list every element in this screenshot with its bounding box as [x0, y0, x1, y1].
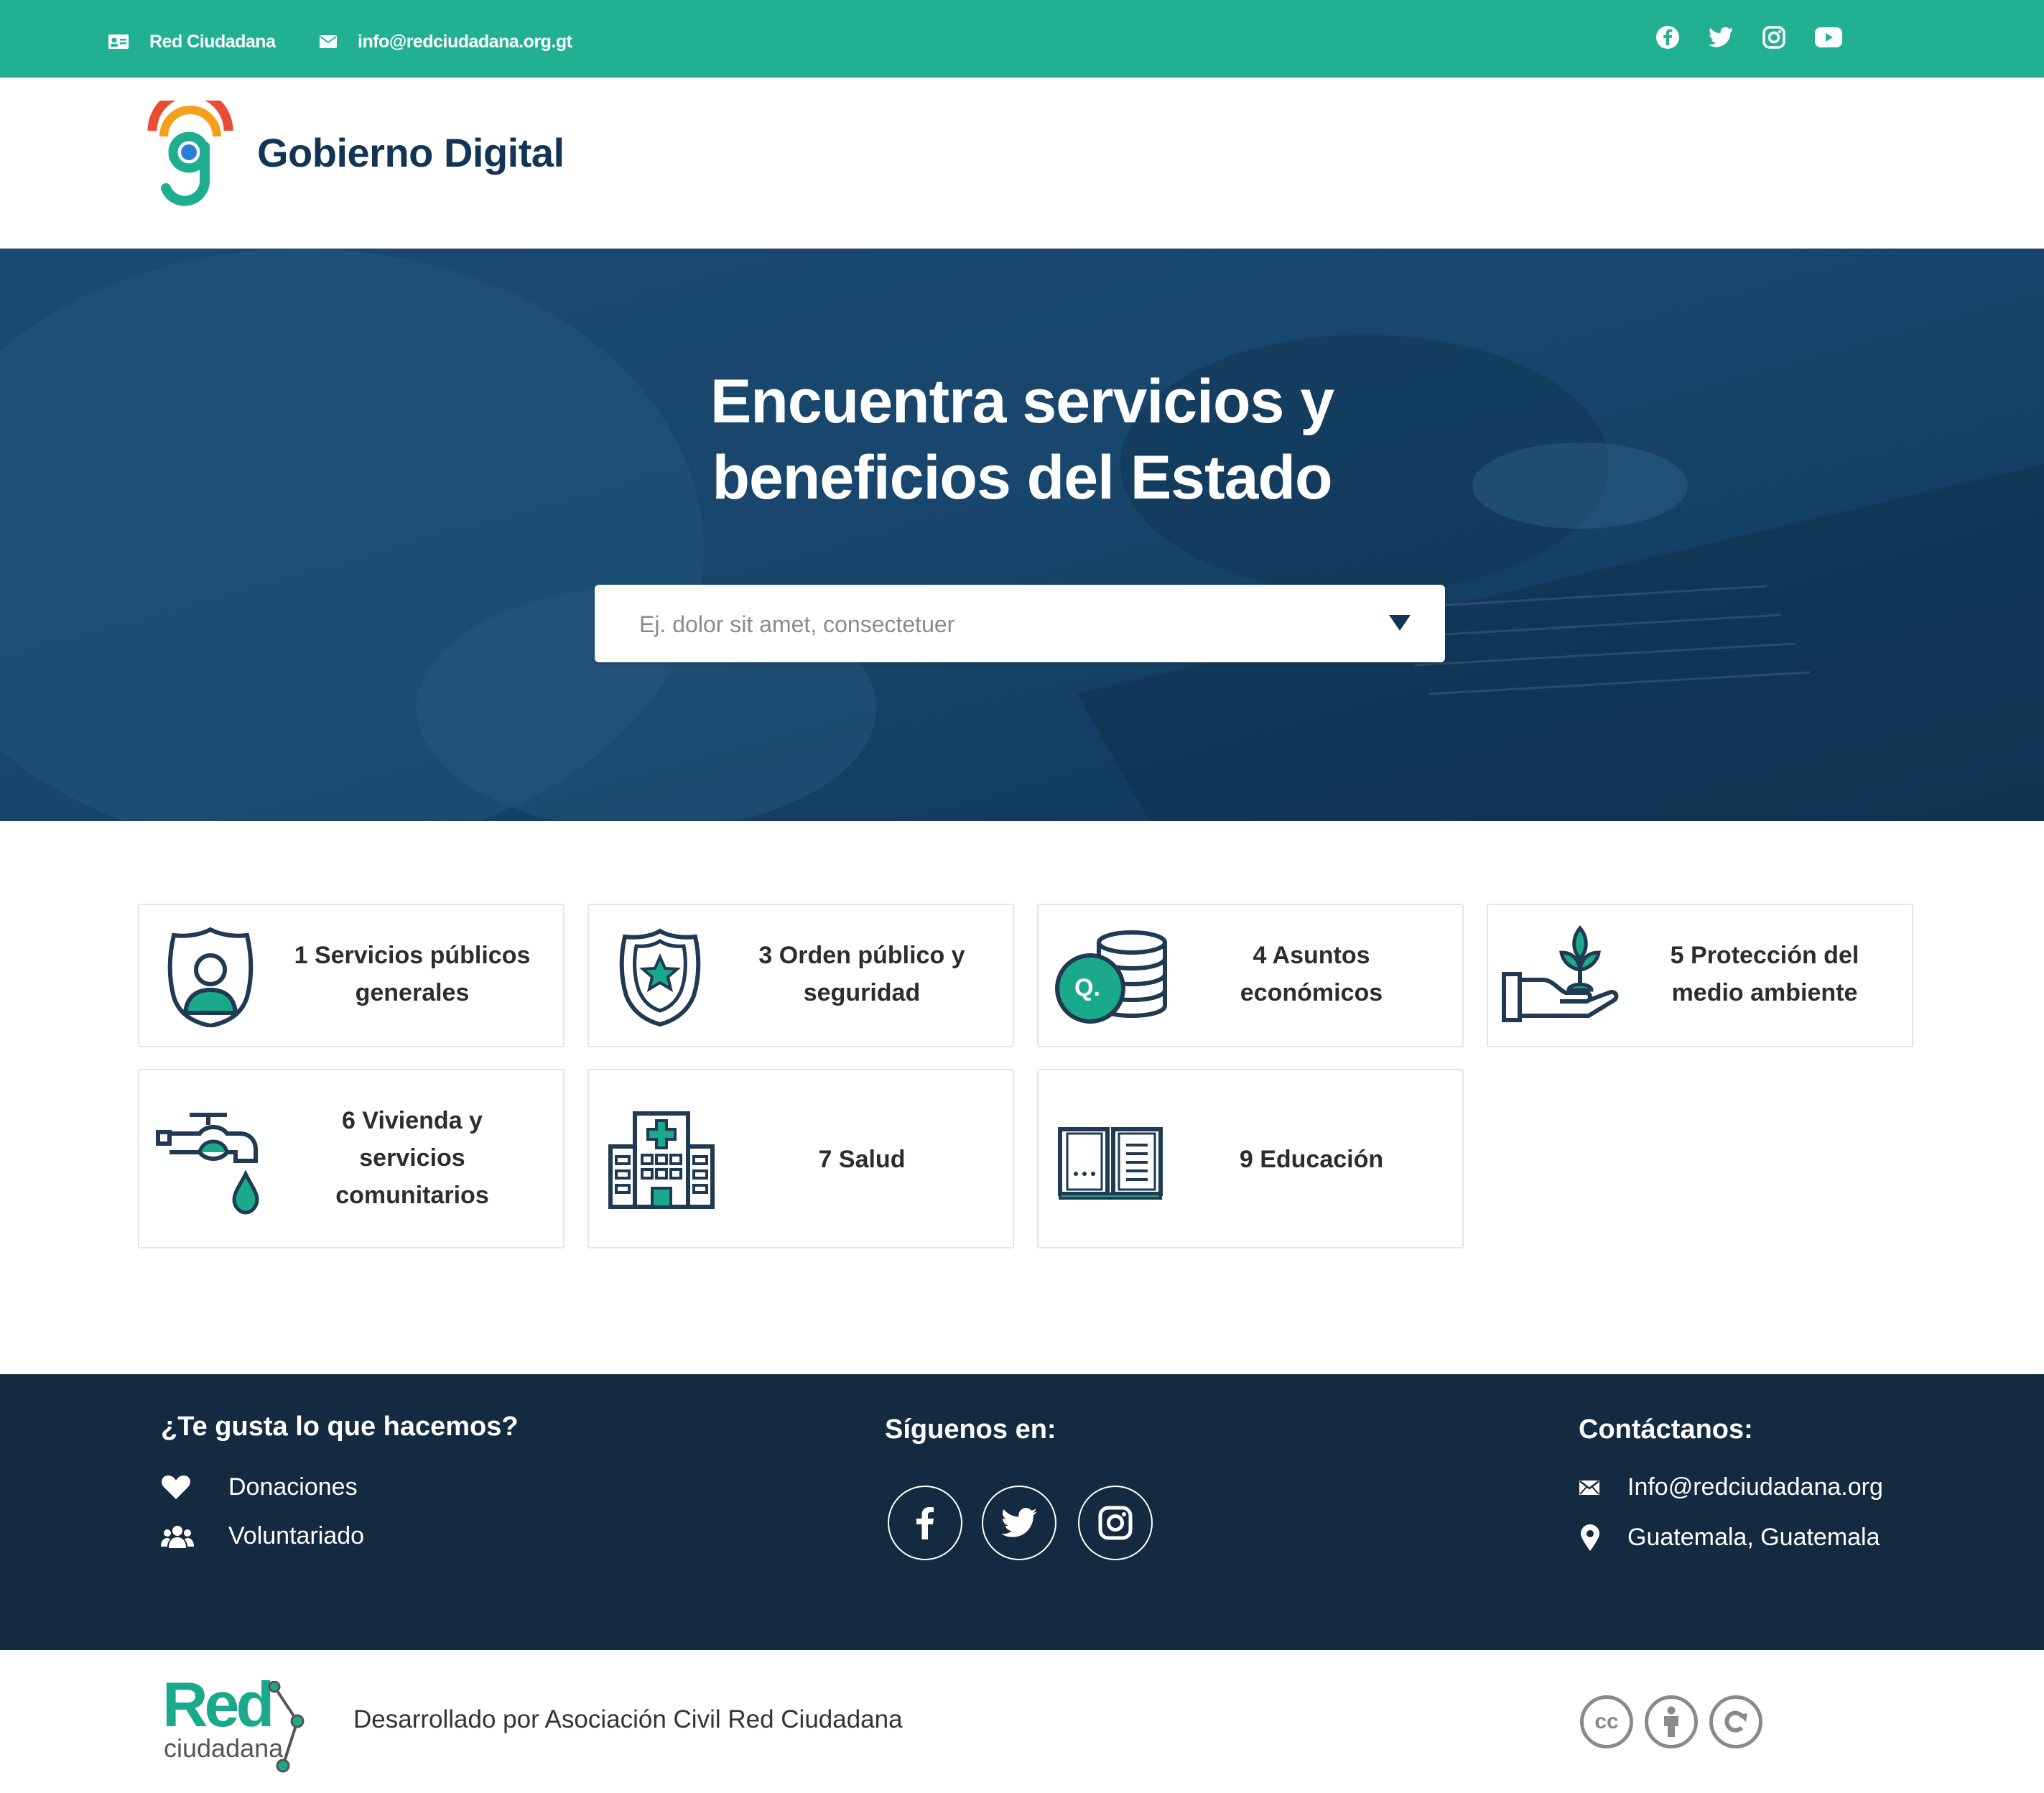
email-contact-item[interactable]: info@redciudadana.org.gt	[319, 22, 572, 62]
category-card-vivienda[interactable]: 6 Vivienda y servicios comunitarios	[138, 1069, 565, 1248]
hospital-icon	[608, 1111, 715, 1209]
instagram-icon	[1762, 26, 1785, 49]
envelope-icon	[320, 35, 337, 48]
plant-hand-icon	[1502, 925, 1619, 1022]
footer-instagram-link[interactable]	[1078, 1486, 1153, 1560]
facebook-icon	[916, 1507, 934, 1539]
police-badge-person-icon	[167, 927, 254, 1027]
share-alike-icon[interactable]	[1709, 1695, 1762, 1748]
hero-title-line-1: Encuentra servicios y	[710, 367, 1334, 436]
category-card-servicios-publicos[interactable]: 1 Servicios públicos generales	[138, 904, 565, 1047]
developed-by-text: Desarrollado por Asociación Civil Red Ci…	[353, 1705, 903, 1733]
top-email: info@redciudadana.org.gt	[358, 31, 572, 52]
category-card-salud[interactable]: 7 Salud	[587, 1069, 1014, 1248]
faucet-icon	[156, 1113, 259, 1215]
chevron-down-icon[interactable]	[1389, 615, 1411, 631]
category-card-asuntos-economicos[interactable]: Q. 4 Asuntos económicos	[1037, 904, 1464, 1047]
volunteer-link[interactable]: Voluntariado	[161, 1522, 364, 1550]
org-name: Red Ciudadana	[149, 31, 276, 52]
youtube-link[interactable]	[1813, 22, 1844, 53]
category-card-orden-publico[interactable]: 3 Orden público y seguridad	[587, 904, 1014, 1047]
gobierno-digital-logo[interactable]	[144, 101, 237, 216]
coin-currency-text: Q.	[1074, 974, 1100, 1001]
facebook-icon	[1656, 26, 1679, 49]
heart-icon	[162, 1475, 190, 1499]
map-pin-icon	[1581, 1524, 1599, 1551]
facebook-link[interactable]	[1652, 22, 1683, 53]
search-dropdown[interactable]	[595, 585, 1445, 664]
share-alike-arrow-icon	[1724, 1710, 1747, 1733]
sheriff-badge-icon	[619, 928, 701, 1027]
twitter-icon	[1709, 27, 1733, 47]
hero-title-line-2: beneficios del Estado	[712, 443, 1332, 512]
category-label: 9 Educación	[1239, 1146, 1384, 1173]
top-bar: Red Ciudadana info@redciudadana.org.gt	[0, 0, 2044, 78]
org-contact-item[interactable]: Red Ciudadana	[108, 22, 276, 62]
hero-title: Encuentra servicios y beneficios del Est…	[0, 363, 2044, 516]
brand-name[interactable]: Gobierno Digital	[257, 129, 565, 176]
category-card-medio-ambiente[interactable]: 5 Protección del medio ambiente	[1487, 904, 1913, 1047]
twitter-link[interactable]	[1705, 22, 1737, 53]
category-label: 4 Asuntos económicos	[1240, 942, 1383, 1006]
envelope-icon	[1579, 1480, 1599, 1495]
id-card-icon	[108, 34, 129, 49]
users-icon	[161, 1525, 194, 1548]
footer-contact-title: Contáctanos:	[1579, 1414, 1753, 1445]
footer-follow-title: Síguenos en:	[885, 1414, 1056, 1445]
hero-background-image	[0, 249, 2044, 821]
category-label: 5 Protección del medio ambiente	[1670, 942, 1859, 1006]
category-card-educacion[interactable]: 9 Educación	[1037, 1069, 1464, 1248]
twitter-icon	[1001, 1508, 1037, 1537]
instagram-icon	[1098, 1506, 1133, 1540]
category-label: 3 Orden público y seguridad	[758, 942, 965, 1006]
footer-location: Guatemala, Guatemala	[1580, 1524, 1880, 1552]
footer-email-link[interactable]: Info@redciudadana.org	[1579, 1473, 1883, 1501]
footer-like-title: ¿Te gusta lo que hacemos?	[161, 1412, 519, 1442]
red-ciudadana-logo[interactable]: Red ciudadana	[159, 1672, 317, 1773]
network-nodes-icon	[268, 1681, 305, 1773]
donations-link[interactable]: Donaciones	[161, 1473, 358, 1501]
person-icon	[1664, 1706, 1678, 1737]
coins-stack-icon	[1055, 930, 1167, 1024]
footer-twitter-link[interactable]	[982, 1486, 1056, 1560]
attribution-icon[interactable]	[1645, 1695, 1698, 1748]
category-label: 1 Servicios públicos generales	[294, 942, 531, 1006]
footer-facebook-link[interactable]	[888, 1486, 962, 1560]
category-label: 7 Salud	[818, 1146, 906, 1173]
open-book-icon	[1058, 1127, 1163, 1200]
search-input[interactable]	[638, 585, 1359, 664]
cc-license-icon[interactable]: cc	[1580, 1695, 1633, 1748]
youtube-icon	[1815, 27, 1842, 47]
category-label: 6 Vivienda y servicios comunitarios	[335, 1107, 489, 1209]
hero-banner: Encuentra servicios y beneficios del Est…	[0, 249, 2044, 821]
instagram-link[interactable]	[1758, 22, 1790, 53]
